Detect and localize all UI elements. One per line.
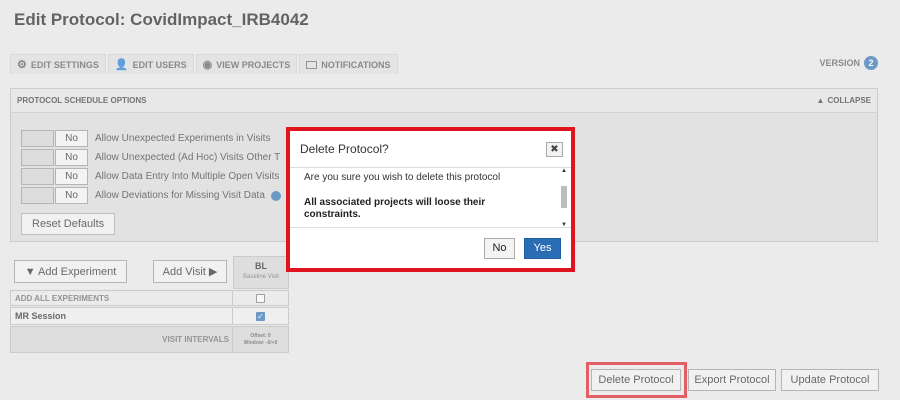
no-button[interactable]: No xyxy=(484,237,515,259)
dialog-warning: All associated projects will loose their… xyxy=(304,197,486,220)
dialog-footer: No Yes xyxy=(290,228,571,268)
dialog-scrollbar[interactable]: ▲ ▼ xyxy=(559,168,569,227)
close-icon[interactable]: ✖ xyxy=(546,141,563,157)
delete-protocol-dialog: Delete Protocol? ✖ Are you sure you wish… xyxy=(286,127,575,272)
yes-button[interactable]: Yes xyxy=(524,237,561,259)
dialog-header: Delete Protocol? ✖ xyxy=(290,131,571,168)
scroll-thumb[interactable] xyxy=(561,186,567,208)
dialog-body: Are you sure you wish to delete this pro… xyxy=(290,168,571,228)
dialog-title: Delete Protocol? xyxy=(300,142,389,156)
dialog-message: Are you sure you wish to delete this pro… xyxy=(304,172,501,183)
scroll-up-icon[interactable]: ▲ xyxy=(559,168,569,178)
scroll-down-icon[interactable]: ▼ xyxy=(559,222,569,227)
